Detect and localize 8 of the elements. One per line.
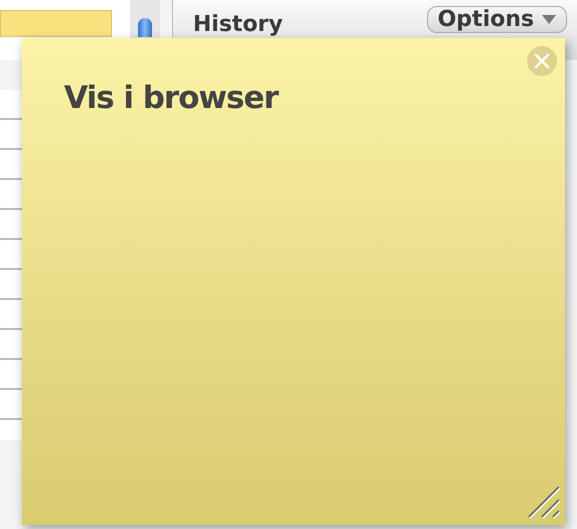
text-field[interactable] (0, 10, 112, 37)
note-text: Vis i browser (64, 80, 278, 116)
options-button[interactable]: Options (426, 6, 567, 33)
close-icon (534, 53, 550, 69)
scroll-thumb[interactable] (138, 18, 152, 37)
caret-icon (542, 15, 556, 24)
resize-handle[interactable] (527, 485, 561, 519)
history-label: History (193, 12, 283, 37)
